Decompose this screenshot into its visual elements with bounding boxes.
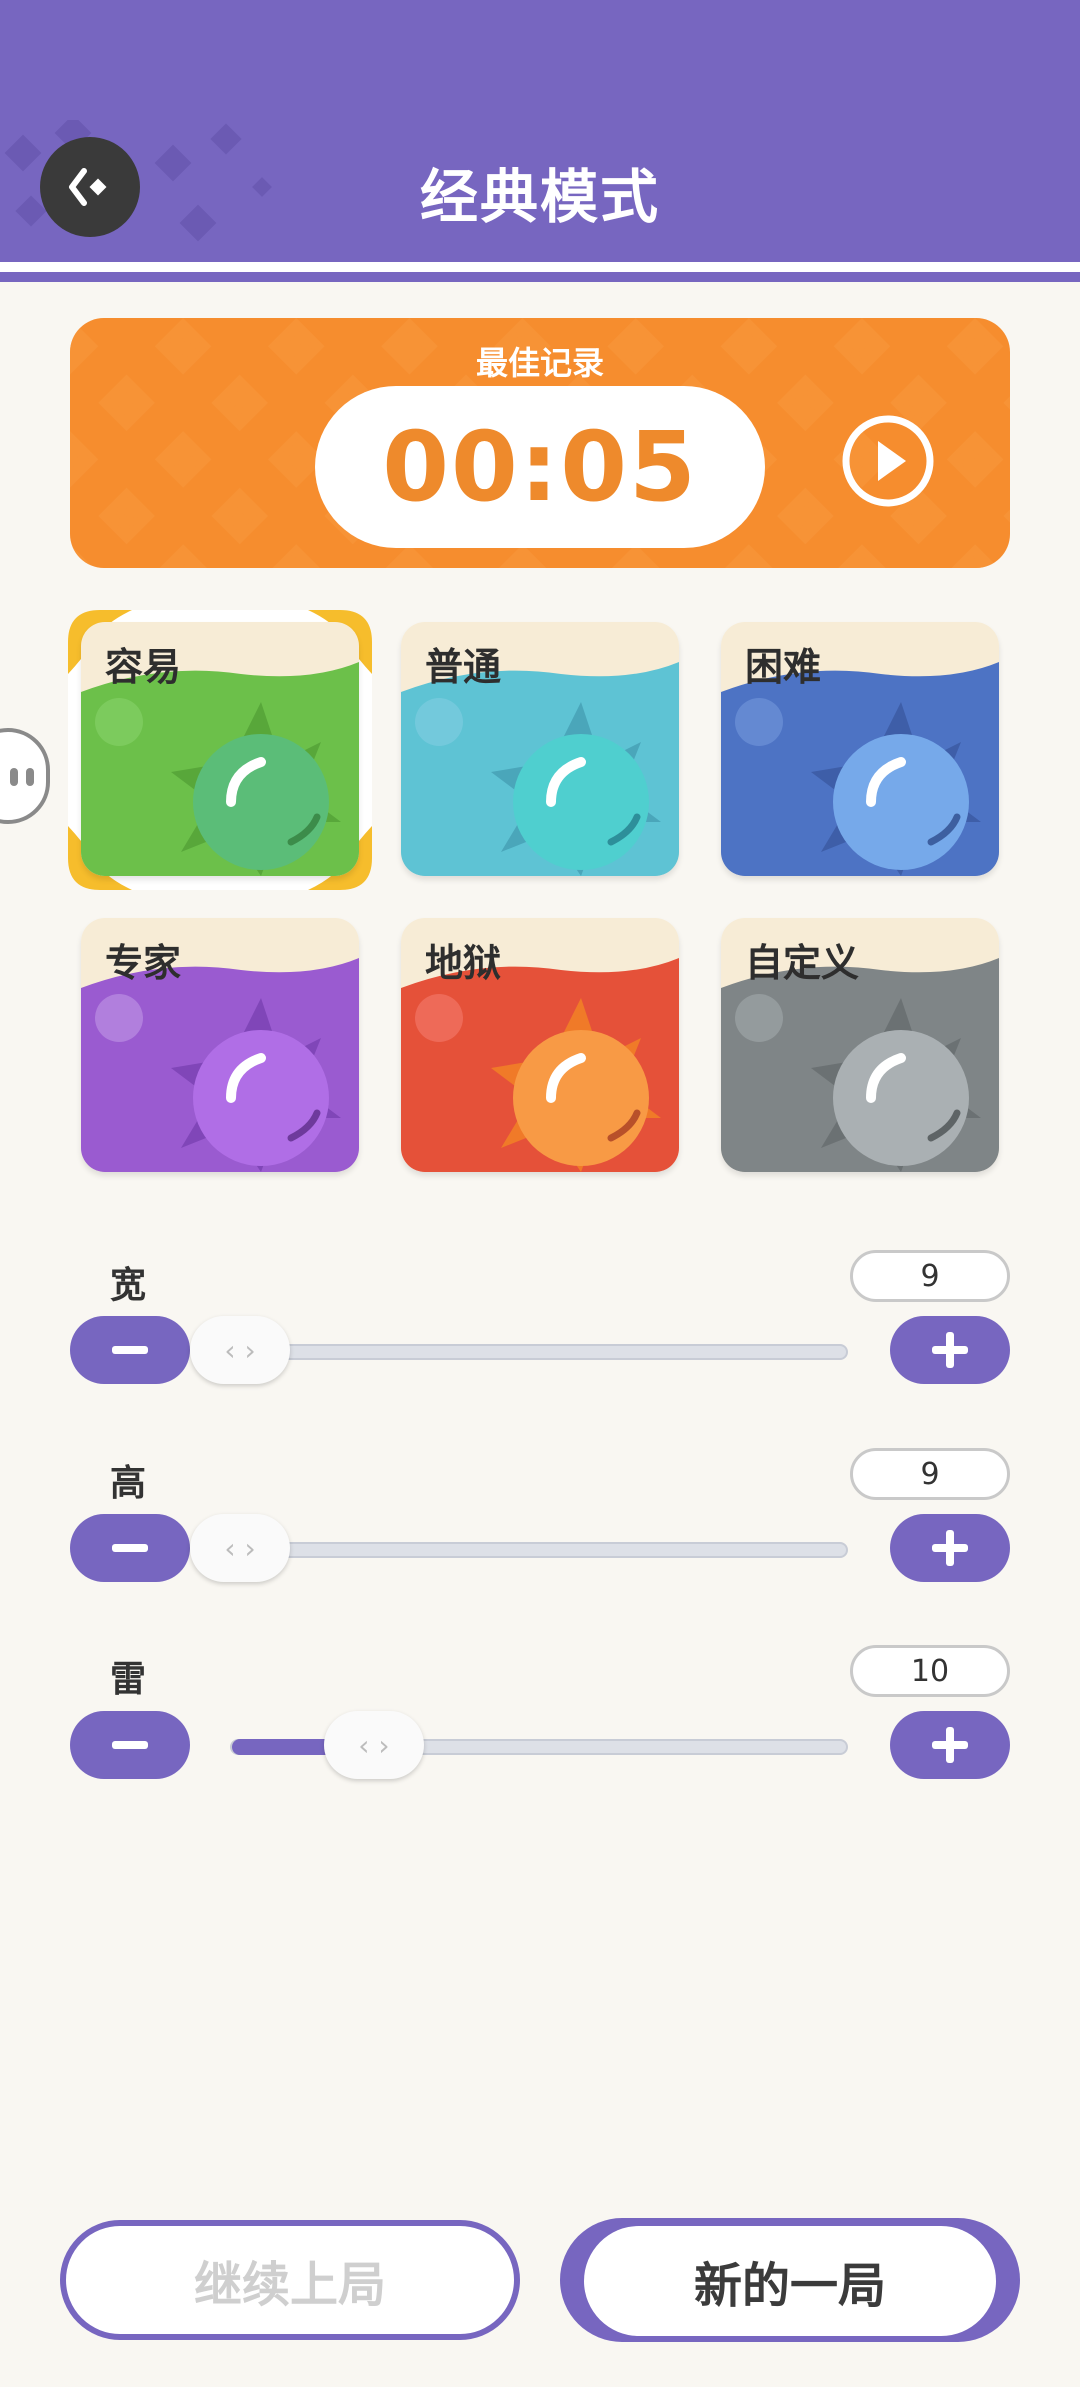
difficulty-label: 普通 xyxy=(425,645,502,689)
difficulty-tile-easy[interactable]: 容易 xyxy=(81,622,359,876)
new-game-button[interactable]: 新的一局 xyxy=(584,2226,996,2336)
height-slider-track[interactable] xyxy=(230,1542,848,1558)
width-slider-thumb[interactable]: ‹ › xyxy=(190,1316,290,1384)
floating-side-handle[interactable] xyxy=(0,728,50,824)
mines-value: 10 xyxy=(850,1645,1010,1697)
best-record-card: 最佳记录 00:05 xyxy=(70,318,1010,568)
mines-increase-button[interactable] xyxy=(890,1711,1010,1779)
page-title: 经典模式 xyxy=(419,163,660,231)
header-divider-line xyxy=(0,272,1080,282)
drag-arrows-icon: ‹ › xyxy=(224,1333,256,1367)
difficulty-tile-custom[interactable]: 自定义 xyxy=(721,918,999,1172)
play-icon[interactable] xyxy=(840,413,936,509)
mines-decrease-button[interactable] xyxy=(70,1711,190,1779)
width-label: 宽 xyxy=(110,1265,147,1306)
plus-icon xyxy=(932,1332,968,1368)
width-increase-button[interactable] xyxy=(890,1316,1010,1384)
width-decrease-button[interactable] xyxy=(70,1316,190,1384)
app-root: 经典模式 最佳记录 00:05 容易 普通 困难 专家 地狱 自定义 宽 9 ‹… xyxy=(0,0,1080,2387)
record-time: 00:05 xyxy=(382,411,698,523)
minus-icon xyxy=(112,1741,148,1749)
difficulty-tile-hard[interactable]: 困难 xyxy=(721,622,999,876)
difficulty-label: 容易 xyxy=(105,645,182,689)
record-label: 最佳记录 xyxy=(475,344,604,382)
height-increase-button[interactable] xyxy=(890,1514,1010,1582)
plus-icon xyxy=(932,1727,968,1763)
difficulty-label: 自定义 xyxy=(745,941,860,985)
mines-slider-thumb[interactable]: ‹ › xyxy=(323,1711,424,1779)
plus-icon xyxy=(932,1530,968,1566)
difficulty-label: 困难 xyxy=(745,645,822,689)
difficulty-label: 地狱 xyxy=(425,941,502,985)
minus-icon xyxy=(112,1544,148,1552)
mines-slider-track[interactable] xyxy=(230,1739,848,1755)
height-label: 高 xyxy=(110,1463,147,1504)
height-slider-thumb[interactable]: ‹ › xyxy=(190,1514,290,1582)
width-value: 9 xyxy=(850,1250,1010,1302)
header-bar: 经典模式 xyxy=(0,0,1080,262)
pause-dots-icon xyxy=(10,768,34,786)
continue-game-button[interactable]: 继续上局 xyxy=(60,2220,520,2340)
drag-arrows-icon: ‹ › xyxy=(358,1728,390,1762)
minus-icon xyxy=(112,1346,148,1354)
difficulty-tile-expert[interactable]: 专家 xyxy=(81,918,359,1172)
width-slider-track[interactable] xyxy=(230,1344,848,1360)
difficulty-tile-hell[interactable]: 地狱 xyxy=(401,918,679,1172)
record-time-display: 00:05 xyxy=(315,386,765,548)
difficulty-label: 专家 xyxy=(105,941,182,985)
drag-arrows-icon: ‹ › xyxy=(224,1531,256,1565)
difficulty-tile-normal[interactable]: 普通 xyxy=(401,622,679,876)
height-value: 9 xyxy=(850,1448,1010,1500)
height-decrease-button[interactable] xyxy=(70,1514,190,1582)
mines-label: 雷 xyxy=(110,1659,147,1700)
